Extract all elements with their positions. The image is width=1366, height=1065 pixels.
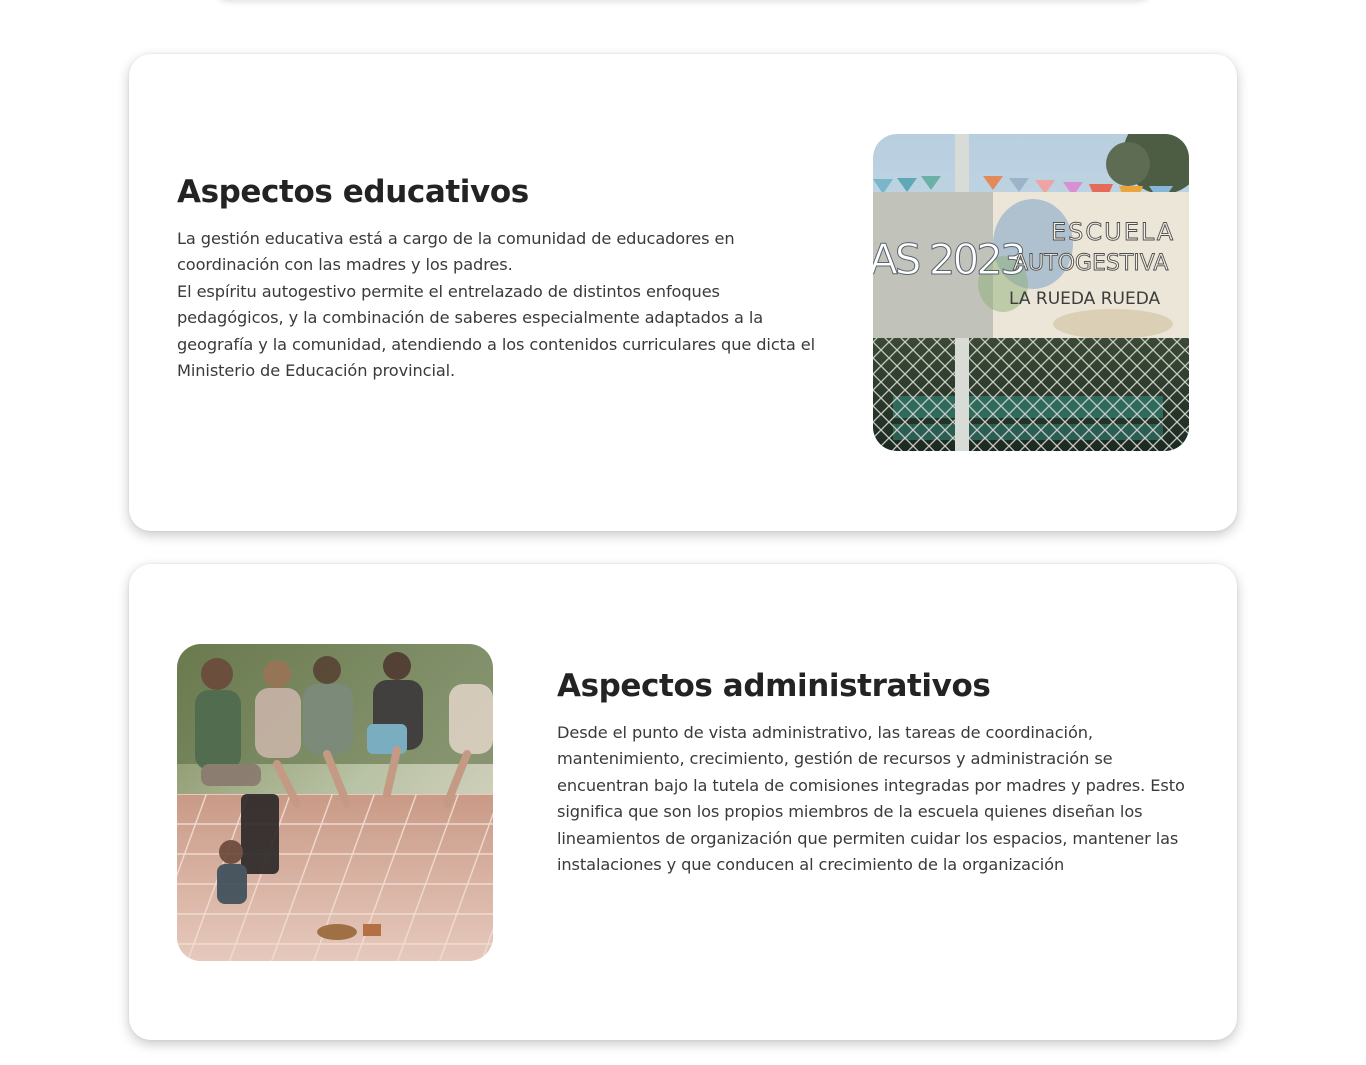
banner-line3-text: LA RUEDA RUEDA <box>1009 289 1161 309</box>
administrative-aspects-paragraph-1: Desde el punto de vista administrativo, … <box>557 723 1185 875</box>
administrative-aspects-title: Aspectos administrativos <box>557 668 991 704</box>
administrative-aspects-text: Desde el punto de vista administrativo, … <box>557 720 1197 878</box>
educational-aspects-text: La gestión educativa está a cargo de la … <box>177 226 817 384</box>
banner-line2-text: AUTOGESTIVA <box>1013 251 1168 276</box>
educational-aspects-card: Aspectos educativos La gestión educativa… <box>129 54 1237 531</box>
educational-aspects-paragraph-2: El espíritu autogestivo permite el entre… <box>177 281 815 381</box>
banner-year-text: AS 2023 <box>873 235 1024 284</box>
educational-aspects-paragraph-1: La gestión educativa está a cargo de la … <box>177 229 735 275</box>
educational-aspects-title: Aspectos educativos <box>177 174 529 210</box>
community-meeting-photo <box>177 644 493 961</box>
banner-line1-text: ESCUELA <box>1051 218 1175 246</box>
school-banner-photo: AS 2023 ESCUELA AUTOGESTIVA LA RUEDA RUE… <box>873 134 1189 451</box>
administrative-aspects-card: Aspectos administrativos Desde el punto … <box>129 564 1237 1040</box>
